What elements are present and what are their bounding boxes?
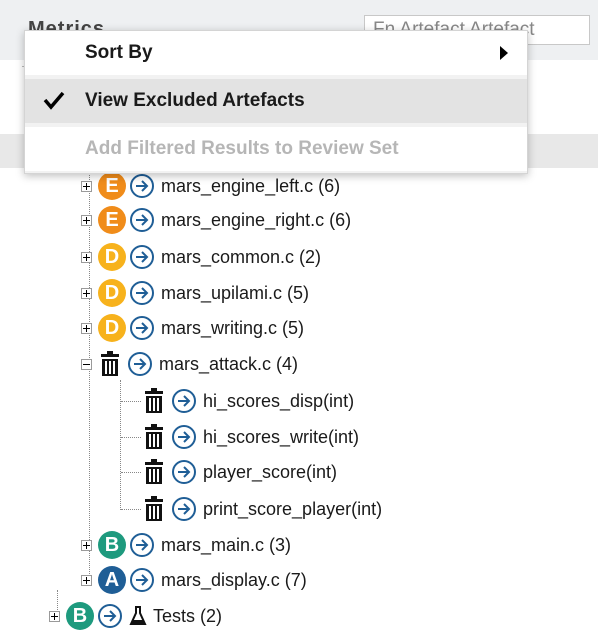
tree-row-mars-engine-left[interactable]: E mars_engine_left.c (6) [81,171,340,201]
tree-row-player-score[interactable]: player_score(int) [142,457,337,487]
expand-toggle[interactable] [81,322,92,334]
grade-d-icon: D [98,279,126,307]
tree-row-label: hi_scores_disp(int) [203,390,355,411]
tree-row-mars-upilami[interactable]: D mars_upilami.c (5) [81,278,309,308]
tree-connector [121,437,141,438]
goto-icon[interactable] [129,173,155,199]
tree-row-mars-writing[interactable]: D mars_writing.c (5) [81,313,304,343]
tree-row-hi-scores-write[interactable]: hi_scores_write(int) [142,422,359,452]
tree-connector [121,401,141,402]
tree-row-label: mars_common.c (2) [161,246,322,267]
tree-row-mars-engine-right[interactable]: E mars_engine_right.c (6) [81,205,351,235]
tree-row-mars-display[interactable]: A mars_display.c (7) [81,565,307,595]
chevron-right-icon [500,46,508,60]
grade-b-icon: B [98,531,126,559]
tree-row-label: player_score(int) [203,461,338,482]
tree-connector [121,472,141,473]
expand-toggle[interactable] [81,251,92,263]
goto-icon[interactable] [171,459,197,485]
tree-connector [121,509,141,510]
goto-icon[interactable] [127,351,153,377]
tree-row-label: mars_attack.c (4) [159,353,299,374]
goto-icon[interactable] [171,388,197,414]
grade-d-icon: D [98,314,126,342]
goto-icon[interactable] [129,244,155,270]
tree-row-label: mars_main.c (3) [161,534,292,555]
goto-icon[interactable] [171,424,197,450]
goto-icon[interactable] [129,315,155,341]
tree-row-mars-common[interactable]: D mars_common.c (2) [81,242,321,272]
tree-row-mars-attack[interactable]: mars_attack.c (4) [81,349,298,379]
flask-icon [129,606,147,625]
tree-row-label: mars_engine_right.c (6) [161,209,352,230]
tree-row-label: mars_engine_left.c (6) [161,175,341,196]
expand-toggle[interactable] [81,574,92,586]
grade-e-icon: E [98,172,126,200]
tree-row-label: mars_display.c (7) [161,569,307,590]
tree-row-label: print_score_player(int) [203,498,383,519]
menu-item-label: Add Filtered Results to Review Set [85,138,399,159]
tree-row-hi-scores-disp[interactable]: hi_scores_disp(int) [142,386,354,416]
expand-toggle[interactable] [81,539,92,551]
menu-item-sort-by[interactable]: Sort By [25,31,527,75]
menu-item-label: Sort By [85,42,153,63]
expand-toggle[interactable] [49,610,60,622]
tree-row-print-score-player[interactable]: print_score_player(int) [142,494,382,524]
context-menu: Sort By View Excluded Artefacts Add Filt… [24,30,528,174]
trash-icon [145,388,163,413]
tree-connector-children [120,380,121,510]
goto-icon[interactable] [129,280,155,306]
goto-icon[interactable] [129,532,155,558]
tree-row-label: hi_scores_write(int) [203,426,360,447]
tree-row-mars-main[interactable]: B mars_main.c (3) [81,530,291,560]
tree-row-label: mars_writing.c (5) [161,317,305,338]
trash-icon [101,351,119,376]
expand-toggle[interactable] [81,180,92,192]
tree-row-label: mars_upilami.c (5) [161,282,310,303]
expand-toggle[interactable] [81,214,92,226]
menu-item-label: View Excluded Artefacts [85,90,305,111]
grade-d-icon: D [98,243,126,271]
menu-item-add-filtered-results: Add Filtered Results to Review Set [25,127,527,171]
goto-icon[interactable] [129,207,155,233]
grade-a-icon: A [98,566,126,594]
goto-icon[interactable] [129,567,155,593]
grade-b-icon: B [66,602,94,630]
goto-icon[interactable] [97,603,123,629]
check-icon [43,91,65,110]
menu-item-view-excluded[interactable]: View Excluded Artefacts [25,79,527,123]
tree-row-label: Tests (2) [153,605,223,626]
goto-icon[interactable] [171,496,197,522]
expand-toggle[interactable] [81,287,92,299]
grade-e-icon: E [98,206,126,234]
trash-icon [145,496,163,521]
trash-icon [145,424,163,449]
collapse-toggle[interactable] [81,358,92,370]
trash-icon [145,459,163,484]
